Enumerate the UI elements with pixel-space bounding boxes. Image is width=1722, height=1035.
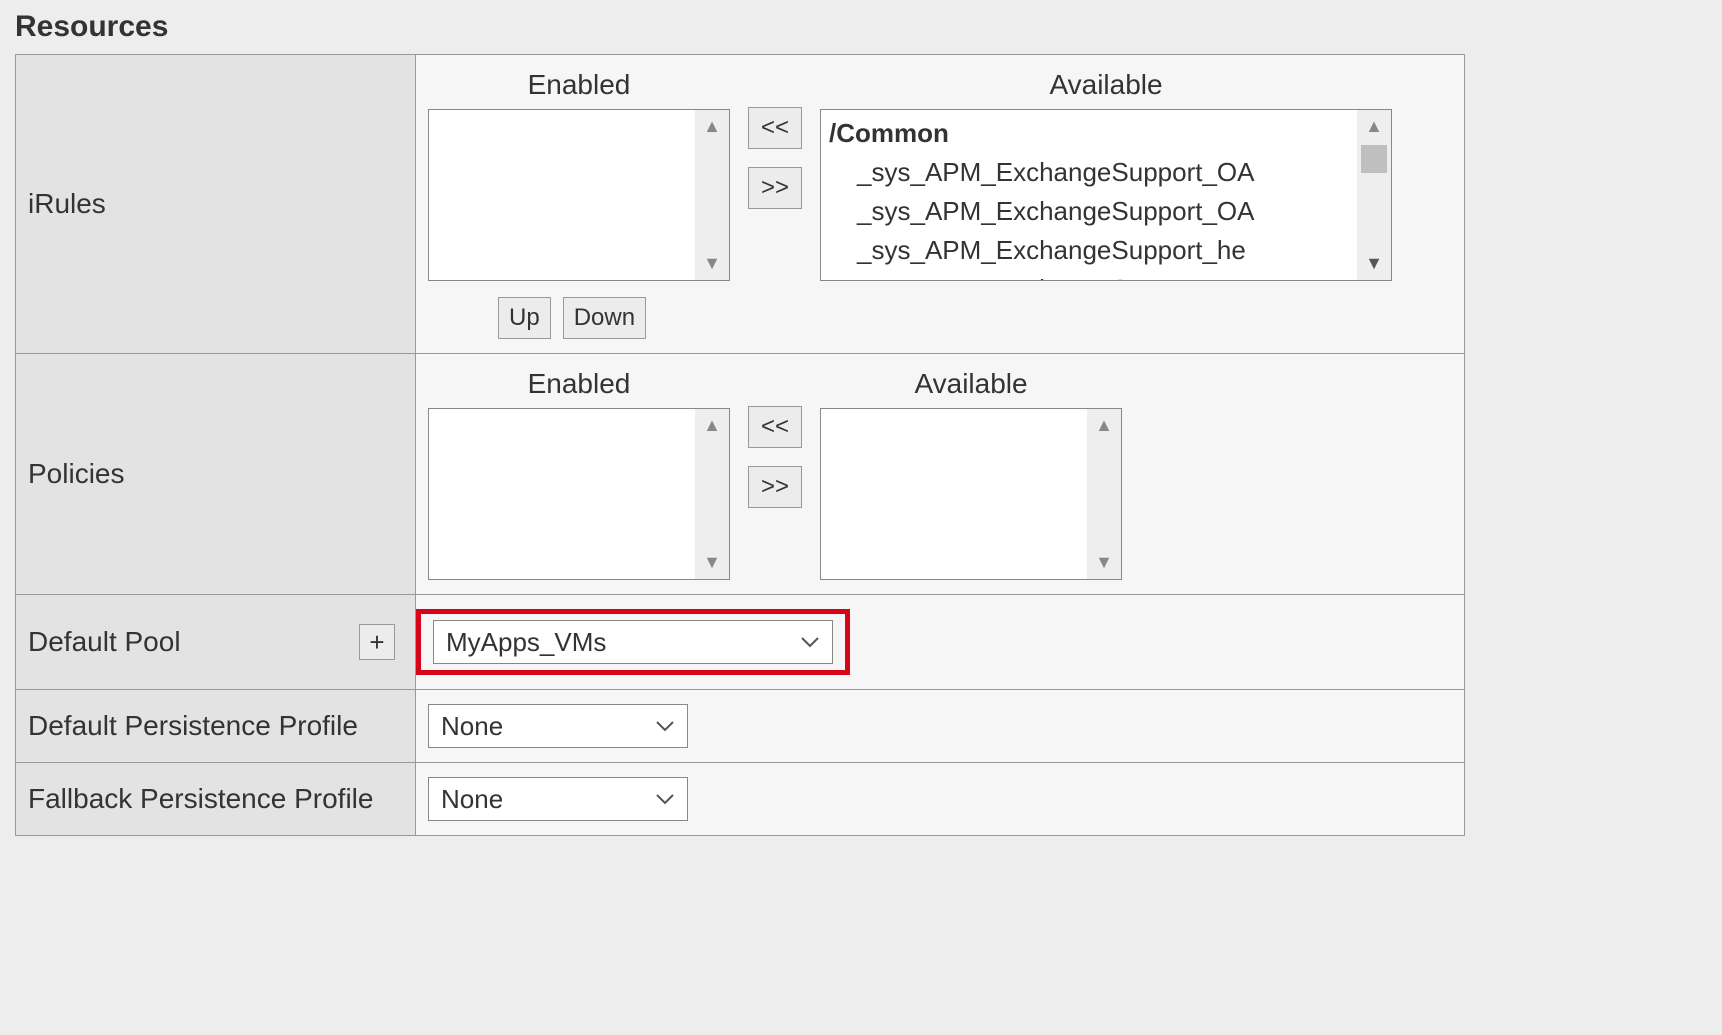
down-button[interactable]: Down: [563, 297, 646, 339]
default-persistence-value: None: [441, 711, 503, 742]
label-policies: Policies: [16, 354, 416, 595]
row-policies: Policies Enabled ▲ ▼: [16, 354, 1465, 595]
irules-available-listbox[interactable]: /Common _sys_APM_ExchangeSupport_OA _sys…: [820, 109, 1392, 281]
field-default-persistence: None: [416, 690, 1465, 763]
irules-dual-list: Enabled ▲ ▼ <<: [428, 69, 1452, 281]
irules-enabled-listbox[interactable]: ▲ ▼: [428, 109, 730, 281]
default-pool-select[interactable]: MyApps_VMs: [433, 620, 833, 664]
scroll-up-icon[interactable]: ▲: [703, 409, 721, 442]
default-persistence-select[interactable]: None: [428, 704, 688, 748]
label-default-persistence: Default Persistence Profile: [16, 690, 416, 763]
field-irules: Enabled ▲ ▼ <<: [416, 55, 1465, 354]
list-item[interactable]: _sys_APM_ExchangeSupport_he: [829, 231, 1383, 270]
scroll-track[interactable]: [695, 442, 729, 546]
list-item[interactable]: _sys_APM_ExchangeSupport_OA: [829, 153, 1383, 192]
field-policies: Enabled ▲ ▼ <<: [416, 354, 1465, 595]
policies-available-header: Available: [914, 368, 1027, 400]
row-fallback-persistence: Fallback Persistence Profile None: [16, 763, 1465, 836]
default-pool-value: MyApps_VMs: [446, 627, 606, 658]
scroll-up-icon[interactable]: ▲: [1365, 110, 1383, 143]
irules-available-content: /Common _sys_APM_ExchangeSupport_OA _sys…: [821, 110, 1391, 280]
scrollbar[interactable]: ▲ ▼: [695, 110, 729, 280]
fallback-persistence-value: None: [441, 784, 503, 815]
move-left-button[interactable]: <<: [748, 107, 802, 149]
row-default-pool: Default Pool + MyApps_VMs: [16, 595, 1465, 690]
scrollbar[interactable]: ▲ ▼: [1357, 110, 1391, 280]
policies-enabled-header: Enabled: [528, 368, 631, 400]
section-title: Resources: [15, 10, 1465, 44]
list-item[interactable]: _sys_APM_ExchangeSupport_OA: [829, 192, 1383, 231]
irules-enabled-col: Enabled ▲ ▼: [428, 69, 730, 281]
policies-enabled-listbox[interactable]: ▲ ▼: [428, 408, 730, 580]
list-group-header: /Common: [829, 114, 1383, 153]
policies-available-content: [821, 409, 1121, 579]
irules-available-col: Available /Common _sys_APM_ExchangeSuppo…: [820, 69, 1392, 281]
policies-available-listbox[interactable]: ▲ ▼: [820, 408, 1122, 580]
policies-available-col: Available ▲ ▼: [820, 368, 1122, 580]
add-pool-button[interactable]: +: [359, 624, 395, 660]
label-default-pool: Default Pool +: [16, 595, 416, 690]
up-button[interactable]: Up: [498, 297, 551, 339]
move-left-button[interactable]: <<: [748, 406, 802, 448]
policies-enabled-col: Enabled ▲ ▼: [428, 368, 730, 580]
list-item[interactable]: _sys_APM_ExchangeSupport_ma: [829, 270, 1383, 280]
chevron-down-icon: [800, 635, 820, 649]
scroll-down-icon[interactable]: ▼: [703, 247, 721, 280]
row-default-persistence: Default Persistence Profile None: [16, 690, 1465, 763]
scrollbar[interactable]: ▲ ▼: [695, 409, 729, 579]
irules-updown: Up Down: [498, 297, 1452, 339]
move-right-button[interactable]: >>: [748, 167, 802, 209]
label-default-pool-text: Default Pool: [28, 626, 181, 658]
chevron-down-icon: [655, 719, 675, 733]
label-fallback-persistence: Fallback Persistence Profile: [16, 763, 416, 836]
scroll-down-icon[interactable]: ▼: [1095, 546, 1113, 579]
scroll-track[interactable]: [1357, 143, 1391, 247]
resources-section: Resources iRules Enabled ▲: [0, 0, 1480, 846]
scrollbar[interactable]: ▲ ▼: [1087, 409, 1121, 579]
move-right-button[interactable]: >>: [748, 466, 802, 508]
chevron-down-icon: [655, 792, 675, 806]
default-pool-highlight: MyApps_VMs: [416, 609, 850, 675]
scroll-track[interactable]: [695, 143, 729, 247]
irules-enabled-header: Enabled: [528, 69, 631, 101]
policies-enabled-content: [429, 409, 729, 579]
scroll-thumb[interactable]: [1361, 145, 1387, 173]
scroll-down-icon[interactable]: ▼: [1365, 247, 1383, 280]
scroll-track[interactable]: [1087, 442, 1121, 546]
fallback-persistence-select[interactable]: None: [428, 777, 688, 821]
scroll-up-icon[interactable]: ▲: [703, 110, 721, 143]
policies-mover-buttons: << >>: [748, 406, 802, 508]
resources-table: iRules Enabled ▲ ▼: [15, 54, 1465, 836]
scroll-down-icon[interactable]: ▼: [703, 546, 721, 579]
label-irules: iRules: [16, 55, 416, 354]
field-fallback-persistence: None: [416, 763, 1465, 836]
irules-mover-buttons: << >>: [748, 107, 802, 209]
irules-enabled-content: [429, 110, 729, 280]
scroll-up-icon[interactable]: ▲: [1095, 409, 1113, 442]
policies-dual-list: Enabled ▲ ▼ <<: [428, 368, 1452, 580]
field-default-pool: MyApps_VMs: [416, 595, 1465, 690]
row-irules: iRules Enabled ▲ ▼: [16, 55, 1465, 354]
irules-available-header: Available: [1049, 69, 1162, 101]
